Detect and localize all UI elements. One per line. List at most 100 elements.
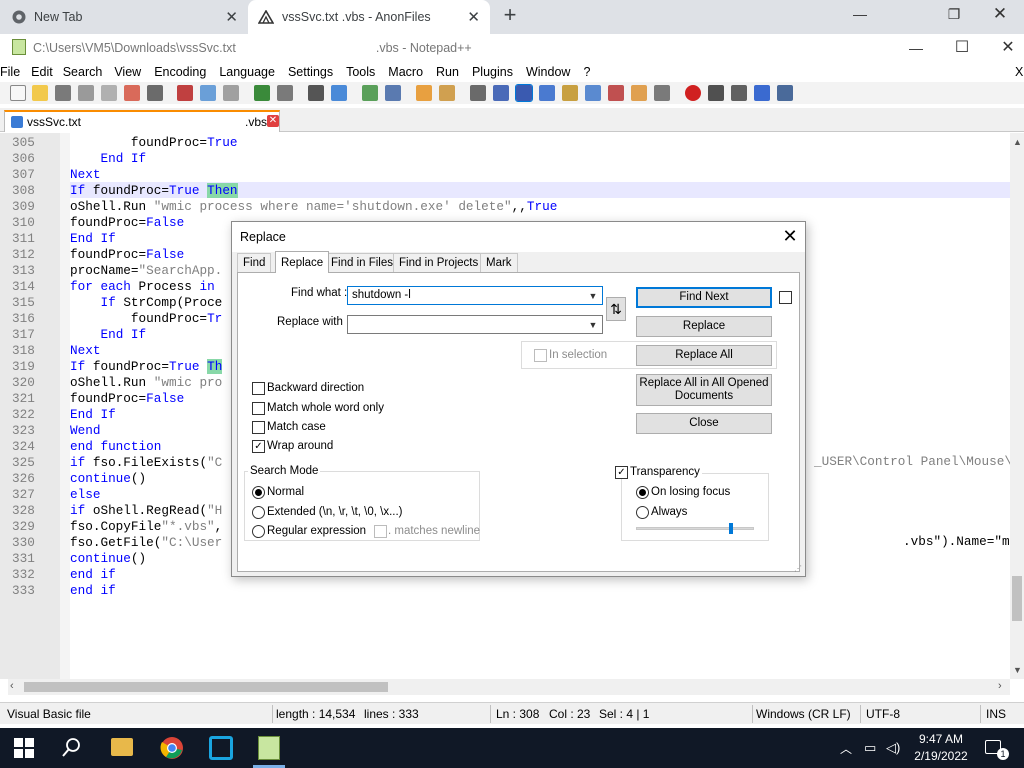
- horizontal-scrollbar[interactable]: ‹ ›: [8, 679, 1010, 695]
- sync-vertical-icon[interactable]: [416, 85, 432, 101]
- always-radio[interactable]: [636, 506, 649, 519]
- scroll-down-icon[interactable]: ▼: [1013, 665, 1022, 675]
- new-file-icon[interactable]: [10, 85, 26, 101]
- sync-horizontal-icon[interactable]: [439, 85, 455, 101]
- backward-direction-checkbox[interactable]: [252, 382, 265, 395]
- tab-replace[interactable]: Replace: [275, 251, 330, 273]
- normal-radio[interactable]: [252, 486, 265, 499]
- npp-close-button[interactable]: ✕: [986, 34, 1024, 64]
- menu-macro[interactable]: Macro: [388, 65, 436, 79]
- vertical-scrollbar[interactable]: ▲ ▼: [1010, 133, 1024, 679]
- doc-tab-vsssvc[interactable]: vssSvc.txt .vbs ✕: [4, 110, 280, 132]
- menu-view[interactable]: View: [114, 65, 154, 79]
- show-all-chars-icon[interactable]: [493, 85, 509, 101]
- play-macro-icon[interactable]: [731, 85, 747, 101]
- stop-macro-icon[interactable]: [708, 85, 724, 101]
- dialog-close-button[interactable]: ✕: [778, 224, 802, 248]
- transparency-slider[interactable]: [636, 523, 754, 534]
- npp-minimize-button[interactable]: —: [894, 34, 938, 64]
- minimize-button[interactable]: —: [838, 0, 882, 30]
- udl-icon[interactable]: [539, 85, 555, 101]
- doc-list-icon[interactable]: [585, 85, 601, 101]
- volume-icon[interactable]: ◁): [886, 740, 900, 756]
- undo-icon[interactable]: [254, 85, 270, 101]
- horizontal-scroll-thumb[interactable]: [24, 682, 388, 692]
- menu-file[interactable]: File: [0, 65, 31, 79]
- transparency-checkbox[interactable]: ✓: [615, 466, 628, 479]
- indent-guide-icon[interactable]: [515, 84, 533, 102]
- resize-grip-icon[interactable]: ⋰: [794, 564, 802, 573]
- close-icon[interactable]: ✕: [225, 8, 238, 26]
- menu-close-doc[interactable]: X: [1015, 65, 1023, 79]
- in-selection-checkbox[interactable]: [534, 349, 547, 362]
- replace-icon[interactable]: [331, 85, 347, 101]
- find-what-input[interactable]: shutdown -l ▼: [347, 286, 603, 305]
- wrap-around-checkbox[interactable]: ✓: [252, 440, 265, 453]
- find-next-extra-checkbox[interactable]: [779, 291, 792, 304]
- cut-icon[interactable]: [177, 85, 193, 101]
- file-explorer-icon[interactable]: [111, 738, 133, 756]
- record-macro-icon[interactable]: [685, 85, 701, 101]
- tab-find[interactable]: Find: [237, 253, 272, 272]
- vertical-scroll-thumb[interactable]: [1012, 576, 1022, 621]
- menu-encoding[interactable]: Encoding: [154, 65, 219, 79]
- remote-app-icon[interactable]: [209, 736, 233, 760]
- replace-all-opened-button[interactable]: Replace All in All Opened Documents: [636, 374, 772, 406]
- zoom-in-icon[interactable]: [362, 85, 378, 101]
- matches-newline-checkbox[interactable]: [374, 525, 387, 538]
- notepadpp-taskbar-icon[interactable]: [258, 736, 280, 760]
- swap-icon[interactable]: ⇅: [606, 297, 626, 321]
- on-losing-focus-radio[interactable]: [636, 486, 649, 499]
- match-case-checkbox[interactable]: [252, 421, 265, 434]
- doc-map-icon[interactable]: [562, 85, 578, 101]
- browser-tab-anonfiles[interactable]: vssSvc.txt .vbs - AnonFiles ✕: [248, 0, 490, 34]
- menu-search[interactable]: Search: [63, 65, 115, 79]
- chevron-down-icon[interactable]: ▼: [586, 318, 600, 332]
- folder-workspace-icon[interactable]: [631, 85, 647, 101]
- menu-plugins[interactable]: Plugins: [472, 65, 526, 79]
- replace-button[interactable]: Replace: [636, 316, 772, 337]
- extended-radio[interactable]: [252, 506, 265, 519]
- function-list-icon[interactable]: [608, 85, 624, 101]
- regex-radio[interactable]: [252, 525, 265, 538]
- dialog-close-action-button[interactable]: Close: [636, 413, 772, 434]
- chevron-down-icon[interactable]: ▼: [586, 289, 600, 303]
- word-wrap-icon[interactable]: [470, 85, 486, 101]
- menu-settings[interactable]: Settings: [288, 65, 346, 79]
- replace-all-button[interactable]: Replace All: [636, 345, 772, 366]
- scroll-left-icon[interactable]: ‹: [10, 680, 14, 692]
- windows-start-icon[interactable]: [14, 738, 34, 758]
- chrome-icon[interactable]: [160, 736, 184, 760]
- system-clock[interactable]: 9:47 AM 2/19/2022: [908, 731, 974, 765]
- copy-icon[interactable]: [200, 85, 216, 101]
- menu-tools[interactable]: Tools: [346, 65, 388, 79]
- close-all-icon[interactable]: [124, 85, 140, 101]
- monitoring-icon[interactable]: [654, 85, 670, 101]
- menu-help[interactable]: ?: [583, 65, 597, 79]
- chevron-up-icon[interactable]: ︿: [840, 740, 852, 757]
- menu-edit[interactable]: Edit: [31, 65, 63, 79]
- tab-find-in-files[interactable]: Find in Files: [325, 253, 399, 272]
- close-icon[interactable]: ✕: [267, 115, 279, 127]
- find-next-button[interactable]: Find Next: [636, 287, 772, 308]
- paste-icon[interactable]: [223, 85, 239, 101]
- search-icon[interactable]: [60, 736, 84, 760]
- open-file-icon[interactable]: [32, 85, 48, 101]
- save-icon[interactable]: [55, 85, 71, 101]
- npp-maximize-button[interactable]: ☐: [940, 34, 984, 64]
- network-icon[interactable]: ▭: [864, 740, 876, 756]
- zoom-out-icon[interactable]: [385, 85, 401, 101]
- find-icon[interactable]: [308, 85, 324, 101]
- scroll-right-icon[interactable]: ›: [998, 680, 1002, 692]
- save-all-icon[interactable]: [78, 85, 94, 101]
- close-file-icon[interactable]: [101, 85, 117, 101]
- menu-window[interactable]: Window: [526, 65, 583, 79]
- save-macro-icon[interactable]: [777, 85, 793, 101]
- print-icon[interactable]: [147, 85, 163, 101]
- restore-button[interactable]: ❐: [932, 0, 976, 30]
- redo-icon[interactable]: [277, 85, 293, 101]
- scroll-up-icon[interactable]: ▲: [1013, 137, 1022, 147]
- replace-with-input[interactable]: ▼: [347, 315, 603, 334]
- tab-mark[interactable]: Mark: [480, 253, 518, 272]
- match-whole-word-checkbox[interactable]: [252, 402, 265, 415]
